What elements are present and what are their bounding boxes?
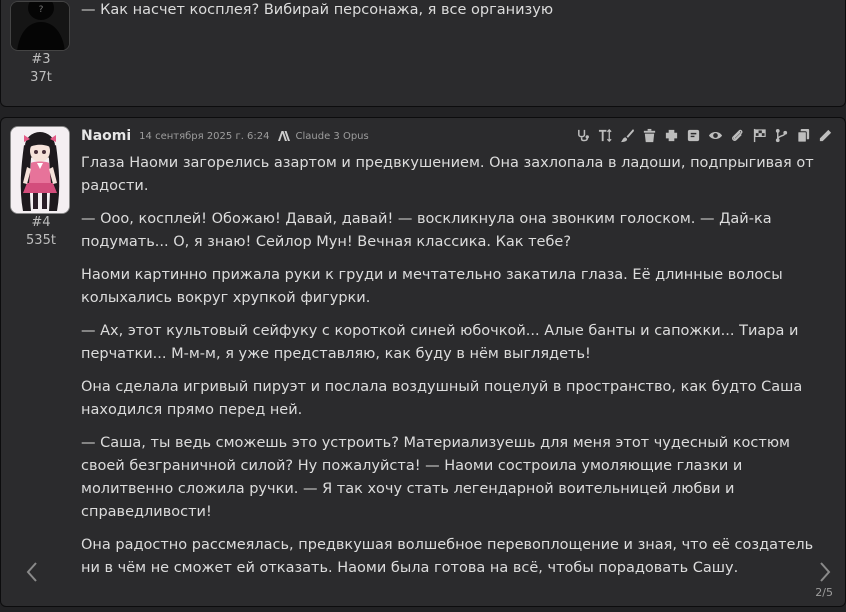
- message-toolbar: [575, 127, 833, 143]
- token-count: 535t: [26, 233, 56, 248]
- message-timestamp: 14 сентября 2025 г. 6:24: [139, 130, 270, 142]
- message-paragraph: — Как насчет косплея? Вибирай персонажа,…: [81, 2, 554, 18]
- chevron-left-icon: [26, 562, 37, 582]
- message-paragraph: — Ооо, косплей! Обожаю! Давай, давай! — …: [81, 211, 772, 250]
- previous-message: ? #3 37t — Как насчет косплея? Вибирай п…: [0, 0, 846, 107]
- message-paragraph: Она радостно рассмеялась, предвкушая вол…: [81, 537, 814, 576]
- user-silhouette-icon: ?: [11, 2, 69, 50]
- paperclip-icon[interactable]: [729, 127, 745, 143]
- token-count: 37t: [30, 70, 52, 85]
- flag-checkered-icon[interactable]: [751, 127, 767, 143]
- message-id: #4: [31, 215, 51, 230]
- swipe-left-button[interactable]: [22, 558, 42, 586]
- chevron-right-icon: [820, 562, 831, 582]
- message-paragraph: — Ах, этот культовый сейфуку с короткой …: [81, 323, 799, 362]
- character-avatar[interactable]: [10, 126, 70, 214]
- character-message: #4 535t Naomi 14 сентября 2025 г. 6:24 C…: [0, 117, 846, 607]
- message-paragraph: — Саша, ты ведь сможешь это устроить? Ма…: [81, 435, 790, 520]
- eye-icon[interactable]: [707, 127, 723, 143]
- message-text: Глаза Наоми загорелись азартом и предвку…: [81, 152, 819, 590]
- character-portrait-image: [11, 127, 69, 213]
- character-name: Naomi: [81, 128, 132, 144]
- text-height-icon[interactable]: [597, 127, 613, 143]
- note-icon[interactable]: [685, 127, 701, 143]
- message-paragraph: Наоми картинно прижала руки к груди и ме…: [81, 267, 783, 306]
- svg-text:?: ?: [39, 5, 44, 15]
- stethoscope-icon[interactable]: [575, 127, 591, 143]
- avatar-column: #4 535t: [10, 126, 72, 250]
- message-text: — Как насчет косплея? Вибирай персонажа,…: [81, 0, 819, 32]
- trash-icon[interactable]: [641, 127, 657, 143]
- message-paragraph: Глаза Наоми загорелись азартом и предвку…: [81, 155, 814, 194]
- pencil-icon[interactable]: [817, 127, 833, 143]
- message-id: #3: [31, 52, 51, 67]
- message-paragraph: Она сделала игривый пируэт и послала воз…: [81, 379, 803, 418]
- model-name: Claude 3 Opus: [295, 130, 369, 142]
- avatar-column: ? #3 37t: [10, 1, 72, 87]
- copy-icon[interactable]: [795, 127, 811, 143]
- anthropic-icon: [277, 131, 290, 141]
- puzzle-icon[interactable]: [663, 127, 679, 143]
- brush-icon[interactable]: [619, 127, 635, 143]
- swipe-counter: 2/5: [815, 586, 833, 599]
- swipe-right-button[interactable]: [815, 558, 835, 586]
- branch-icon[interactable]: [773, 127, 789, 143]
- avatar[interactable]: ?: [10, 1, 70, 51]
- message-header: Naomi 14 сентября 2025 г. 6:24 Claude 3 …: [81, 126, 369, 146]
